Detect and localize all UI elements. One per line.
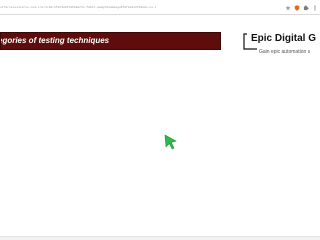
brand-title: Epic Digital G — [251, 33, 317, 44]
menu-icon[interactable] — [312, 4, 318, 11]
star-icon[interactable] — [285, 4, 291, 11]
slide-title: egories of testing techniques — [1, 33, 222, 49]
address-bar-url[interactable]: nifarnessinterne.com/s/2/3/a8/1f2e5ab579… — [0, 4, 156, 11]
shield-icon[interactable] — [294, 4, 300, 11]
browser-toolbar: nifarnessinterne.com/s/2/3/a8/1f2e5ab579… — [0, 0, 320, 15]
extension-icons — [285, 4, 318, 11]
puzzle-icon[interactable] — [303, 4, 309, 11]
brand-subtitle: Gain epic automation s — [259, 49, 311, 55]
slide-title-bar: egories of testing techniques — [0, 32, 221, 50]
slide-title-text: egories of testing techniques — [1, 36, 110, 45]
screen: nifarnessinterne.com/s/2/3/a8/1f2e5ab579… — [0, 0, 320, 240]
pointer-cursor-icon — [164, 134, 178, 150]
bottom-strip — [0, 236, 320, 240]
brand-box: Epic Digital G Gain epic automation s — [243, 30, 320, 62]
